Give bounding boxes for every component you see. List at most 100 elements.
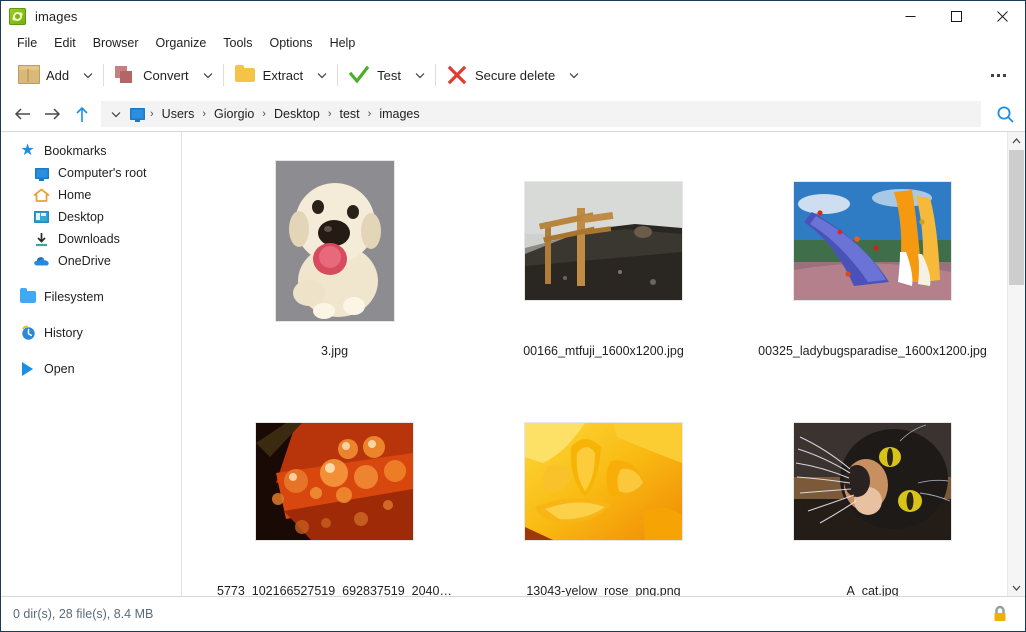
breadcrumb-item-giorgio[interactable]: Giorgio xyxy=(207,104,261,124)
toolbar-group-add: Add xyxy=(11,58,99,92)
extract-button-label: Extract xyxy=(263,68,303,83)
sidebar-item-label: OneDrive xyxy=(58,254,111,268)
padlock-icon[interactable] xyxy=(991,605,1009,623)
window-controls xyxy=(887,1,1025,32)
status-text: 0 dir(s), 28 file(s), 8.4 MB xyxy=(1,607,153,621)
convert-button[interactable]: Convert xyxy=(108,58,197,92)
folder-icon xyxy=(234,64,256,86)
file-item[interactable]: 3.jpg xyxy=(200,142,469,382)
toolbar-group-test: Test xyxy=(342,58,431,92)
menu-help[interactable]: Help xyxy=(322,34,364,52)
menu-tools[interactable]: Tools xyxy=(215,34,260,52)
menu-edit[interactable]: Edit xyxy=(46,34,84,52)
file-item[interactable]: A_cat.jpg xyxy=(738,382,1007,596)
close-button[interactable] xyxy=(979,1,1025,32)
content-area: ★ Bookmarks Computer's root Home Desktop xyxy=(1,131,1025,596)
cloud-icon xyxy=(33,253,50,270)
convert-icon xyxy=(114,64,136,86)
add-dropdown-caret[interactable] xyxy=(77,58,99,92)
x-icon xyxy=(446,64,468,86)
toolbar-overflow-button[interactable] xyxy=(981,60,1015,90)
menu-bar: File Edit Browser Organize Tools Options… xyxy=(1,32,1025,53)
thumbnail-puppy[interactable] xyxy=(275,160,395,322)
sidebar-spacer xyxy=(1,272,181,286)
thumbnail-mtfuji[interactable] xyxy=(524,181,683,301)
thumbnail-cat[interactable] xyxy=(793,422,952,541)
breadcrumb-item-users[interactable]: Users xyxy=(155,104,202,124)
add-button-label: Add xyxy=(46,68,69,83)
sidebar-item-bookmarks[interactable]: ★ Bookmarks xyxy=(1,140,181,162)
sidebar-item-onedrive[interactable]: OneDrive xyxy=(1,250,181,272)
computer-icon[interactable] xyxy=(127,102,147,126)
file-name: 00325_ladybugsparadise_1600x1200.jpg xyxy=(758,344,987,358)
toolbar-group-secure-delete: Secure delete xyxy=(440,58,585,92)
scroll-down-button[interactable] xyxy=(1008,579,1025,596)
file-name: A_cat.jpg xyxy=(846,584,898,596)
back-arrow-icon[interactable] xyxy=(7,99,37,129)
file-name: 3.jpg xyxy=(321,344,348,358)
home-icon xyxy=(33,187,50,204)
main-toolbar: Add Convert Extract xyxy=(1,53,1025,97)
peazip-window: images File Edit Browser Organize Tools … xyxy=(0,0,1026,632)
test-button-label: Test xyxy=(377,68,401,83)
toolbar-separator xyxy=(435,64,436,86)
secure-delete-button[interactable]: Secure delete xyxy=(440,58,563,92)
sidebar-item-history[interactable]: History xyxy=(1,322,181,344)
search-icon[interactable] xyxy=(985,97,1025,131)
thumbnail-wrap xyxy=(275,146,395,336)
maximize-button[interactable] xyxy=(933,1,979,32)
sidebar-item-home[interactable]: Home xyxy=(1,184,181,206)
minimize-button[interactable] xyxy=(887,1,933,32)
test-button[interactable]: Test xyxy=(342,58,409,92)
file-grid: 3.jpg xyxy=(182,132,1025,596)
sidebar-spacer xyxy=(1,344,181,358)
scrollbar-thumb[interactable] xyxy=(1009,150,1024,285)
forward-arrow-icon[interactable] xyxy=(37,99,67,129)
breadcrumb-item-images[interactable]: images xyxy=(372,104,426,124)
up-arrow-icon[interactable] xyxy=(67,99,97,129)
breadcrumb-item-test[interactable]: test xyxy=(333,104,367,124)
menu-file[interactable]: File xyxy=(9,34,45,52)
extract-dropdown-caret[interactable] xyxy=(311,58,333,92)
add-button[interactable]: Add xyxy=(11,58,77,92)
test-dropdown-caret[interactable] xyxy=(409,58,431,92)
thumbnail-wrap xyxy=(793,386,952,576)
box-icon xyxy=(17,64,39,86)
thumbnail-droplets[interactable] xyxy=(255,422,414,541)
sidebar-item-label: Filesystem xyxy=(44,290,104,304)
toolbar-separator xyxy=(223,64,224,86)
thumbnail-ladybugsparadise[interactable] xyxy=(793,181,952,301)
sidebar-item-label: Open xyxy=(44,362,75,376)
thumbnail-yellow-rose[interactable] xyxy=(524,422,683,541)
vertical-scrollbar[interactable] xyxy=(1007,132,1025,596)
sidebar-spacer xyxy=(1,308,181,322)
menu-organize[interactable]: Organize xyxy=(148,34,215,52)
sidebar-item-label: Desktop xyxy=(58,210,104,224)
sidebar-item-desktop[interactable]: Desktop xyxy=(1,206,181,228)
convert-dropdown-caret[interactable] xyxy=(197,58,219,92)
thumbnail-wrap xyxy=(793,146,952,336)
sidebar-item-open[interactable]: Open xyxy=(1,358,181,380)
breadcrumb-item-desktop[interactable]: Desktop xyxy=(267,104,327,124)
sidebar-item-label: Computer's root xyxy=(58,166,147,180)
breadcrumb: › Users › Giorgio › Desktop › test › ima… xyxy=(101,101,981,127)
file-item[interactable]: 00166_mtfuji_1600x1200.jpg xyxy=(469,142,738,382)
sidebar: ★ Bookmarks Computer's root Home Desktop xyxy=(1,132,182,596)
menu-options[interactable]: Options xyxy=(261,34,320,52)
status-bar: 0 dir(s), 28 file(s), 8.4 MB xyxy=(1,596,1025,631)
extract-button[interactable]: Extract xyxy=(228,58,311,92)
desktop-icon xyxy=(33,209,50,226)
file-item[interactable]: 00325_ladybugsparadise_1600x1200.jpg xyxy=(738,142,1007,382)
history-dropdown-icon[interactable] xyxy=(105,102,127,126)
peazip-icon xyxy=(9,8,26,25)
sidebar-item-filesystem[interactable]: Filesystem xyxy=(1,286,181,308)
secure-delete-dropdown-caret[interactable] xyxy=(563,58,585,92)
file-item[interactable]: 13043-yelow_rose_png.png xyxy=(469,382,738,596)
sidebar-item-downloads[interactable]: Downloads xyxy=(1,228,181,250)
menu-browser[interactable]: Browser xyxy=(85,34,147,52)
scroll-up-button[interactable] xyxy=(1008,132,1025,149)
sidebar-item-label: Downloads xyxy=(58,232,120,246)
sidebar-item-computers-root[interactable]: Computer's root xyxy=(1,162,181,184)
file-item[interactable]: 5773_102166527519_692837519_2040793_2... xyxy=(200,382,469,596)
file-grid-area[interactable]: 3.jpg xyxy=(182,132,1025,596)
